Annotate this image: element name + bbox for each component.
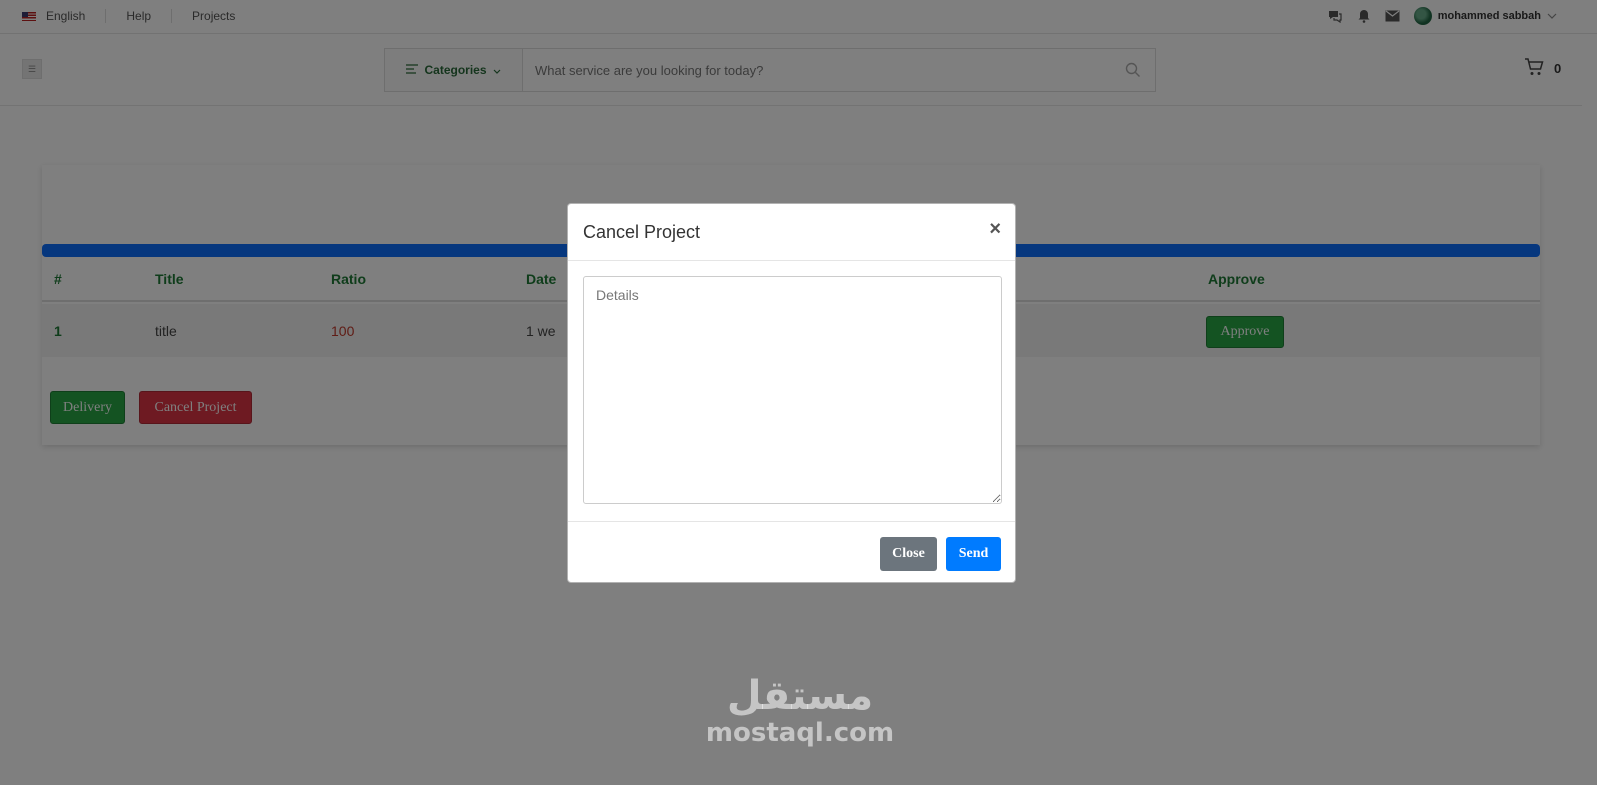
cancel-project-modal: Cancel Project × Close Send <box>567 203 1016 583</box>
close-button[interactable]: Close <box>880 537 937 571</box>
watermark-arabic: مستقل <box>726 673 874 719</box>
modal-body <box>568 261 1015 522</box>
close-icon[interactable]: × <box>989 219 1001 239</box>
modal-header: Cancel Project × <box>568 204 1015 261</box>
modal-title: Cancel Project <box>583 222 701 242</box>
modal-footer: Close Send <box>568 522 1015 582</box>
watermark: مستقل mostaql.com <box>700 672 900 746</box>
send-button[interactable]: Send <box>946 537 1001 571</box>
details-textarea[interactable] <box>583 276 1002 504</box>
watermark-latin: mostaql.com <box>705 718 895 748</box>
